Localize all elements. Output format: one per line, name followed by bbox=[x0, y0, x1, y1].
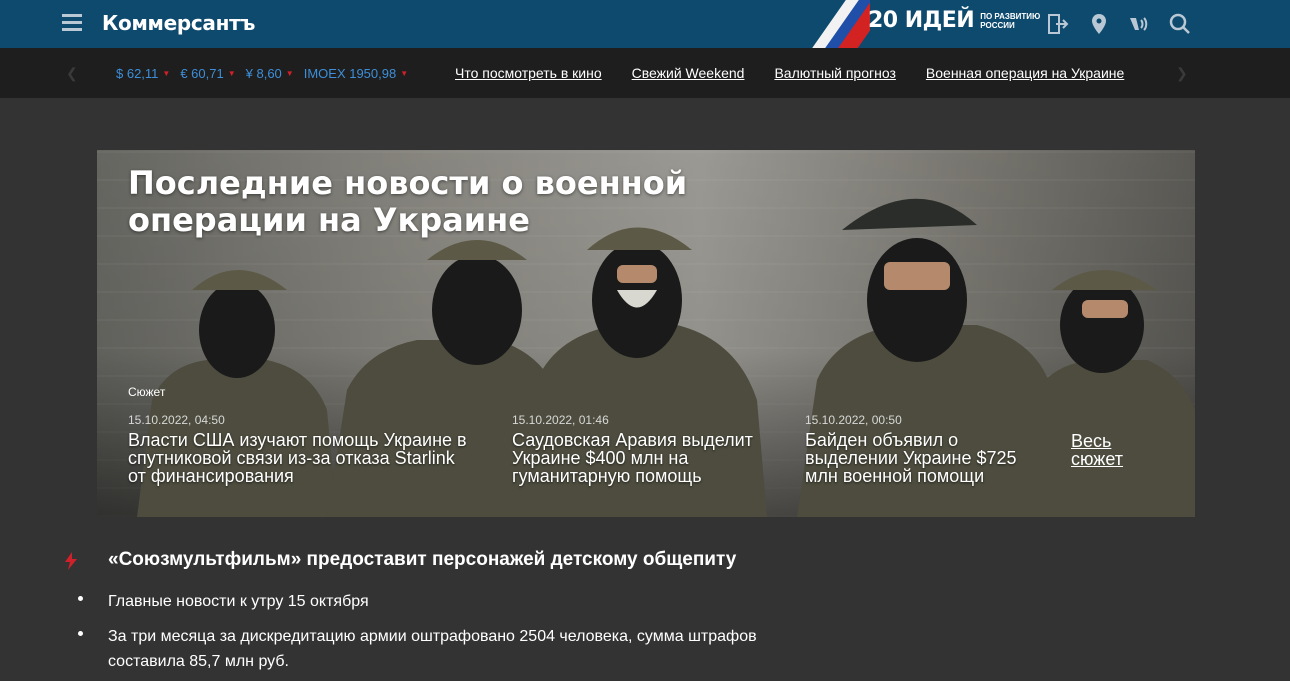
lead-news-headline[interactable]: «Союзмультфильм» предоставит персонажей … bbox=[108, 549, 736, 571]
story-date: 15.10.2022, 01:46 bbox=[512, 413, 609, 427]
bullet-icon bbox=[78, 631, 83, 636]
nav-link-movies[interactable]: Что посмотреть в кино bbox=[455, 65, 602, 81]
rate-imoex[interactable]: IMOEX 1950,98 ▼ bbox=[304, 66, 408, 81]
scroll-right-icon[interactable]: ❯ bbox=[1176, 65, 1188, 82]
hero-title[interactable]: Последние новости о военной операции на … bbox=[128, 165, 687, 239]
news-item[interactable]: Главные новости к утру 15 октября bbox=[108, 589, 369, 614]
hero-story-3[interactable]: 15.10.2022, 00:50 Байден объявил о выдел… bbox=[805, 413, 1035, 485]
radio-icon[interactable] bbox=[1127, 12, 1151, 36]
rate-eur[interactable]: € 60,71 ▼ bbox=[180, 66, 235, 81]
search-icon[interactable] bbox=[1168, 12, 1192, 36]
story-headline[interactable]: Власти США изучают помощь Украине в спут… bbox=[128, 431, 468, 485]
trend-down-icon: ▼ bbox=[285, 69, 294, 78]
hamburger-menu-icon[interactable] bbox=[62, 14, 82, 32]
hero-story-block[interactable]: Последние новости о военной операции на … bbox=[97, 150, 1195, 517]
nav-link-military-operation[interactable]: Военная операция на Украине bbox=[926, 65, 1124, 81]
rate-cny[interactable]: ¥ 8,60 ▼ bbox=[246, 66, 294, 81]
story-date: 15.10.2022, 04:50 bbox=[128, 413, 225, 427]
story-tag: Сюжет bbox=[128, 385, 166, 399]
trend-down-icon: ▼ bbox=[162, 69, 171, 78]
hero-story-2[interactable]: 15.10.2022, 01:46 Саудовская Аравия выде… bbox=[512, 413, 772, 485]
all-story-link[interactable]: Весь сюжет bbox=[1071, 432, 1123, 468]
nav-link-currency-forecast[interactable]: Валютный прогноз bbox=[774, 65, 895, 81]
rate-usd[interactable]: $ 62,11 ▼ bbox=[116, 66, 170, 81]
promo-title: 20 ИДЕЙ bbox=[868, 8, 975, 33]
trend-down-icon: ▼ bbox=[227, 69, 236, 78]
bullet-icon bbox=[78, 596, 83, 601]
russian-flag-graphic bbox=[808, 0, 870, 48]
nav-links: Что посмотреть в кино Свежий Weekend Вал… bbox=[455, 65, 1154, 81]
story-headline[interactable]: Саудовская Аравия выделит Украине $400 м… bbox=[512, 431, 772, 485]
login-icon[interactable] bbox=[1046, 12, 1070, 36]
secondary-nav: ❮ $ 62,11 ▼ € 60,71 ▼ ¥ 8,60 ▼ IMOEX 1950,9… bbox=[0, 48, 1290, 98]
trend-down-icon: ▼ bbox=[400, 69, 409, 78]
currency-rates: $ 62,11 ▼ € 60,71 ▼ ¥ 8,60 ▼ IMOEX 1950,98 ▼ bbox=[116, 66, 418, 81]
news-item[interactable]: За три месяца за дискредитацию армии ошт… bbox=[108, 624, 757, 674]
top-header: Коммерсантъ 20 ИДЕЙ ПО РАЗВИТИЮ РОССИИ bbox=[0, 0, 1290, 48]
nav-link-weekend[interactable]: Свежий Weekend bbox=[632, 65, 745, 81]
promo-subtitle: ПО РАЗВИТИЮ РОССИИ bbox=[980, 11, 1041, 30]
promo-20-ideas[interactable]: 20 ИДЕЙ ПО РАЗВИТИЮ РОССИИ bbox=[868, 8, 1040, 33]
story-headline[interactable]: Байден объявил о выделении Украине $725 … bbox=[805, 431, 1035, 485]
story-date: 15.10.2022, 00:50 bbox=[805, 413, 902, 427]
lightning-icon bbox=[65, 552, 77, 570]
scroll-left-icon[interactable]: ❮ bbox=[66, 65, 78, 82]
site-logo[interactable]: Коммерсантъ bbox=[102, 11, 255, 35]
location-icon[interactable] bbox=[1087, 12, 1111, 36]
hero-story-1[interactable]: 15.10.2022, 04:50 Власти США изучают пом… bbox=[128, 413, 468, 485]
